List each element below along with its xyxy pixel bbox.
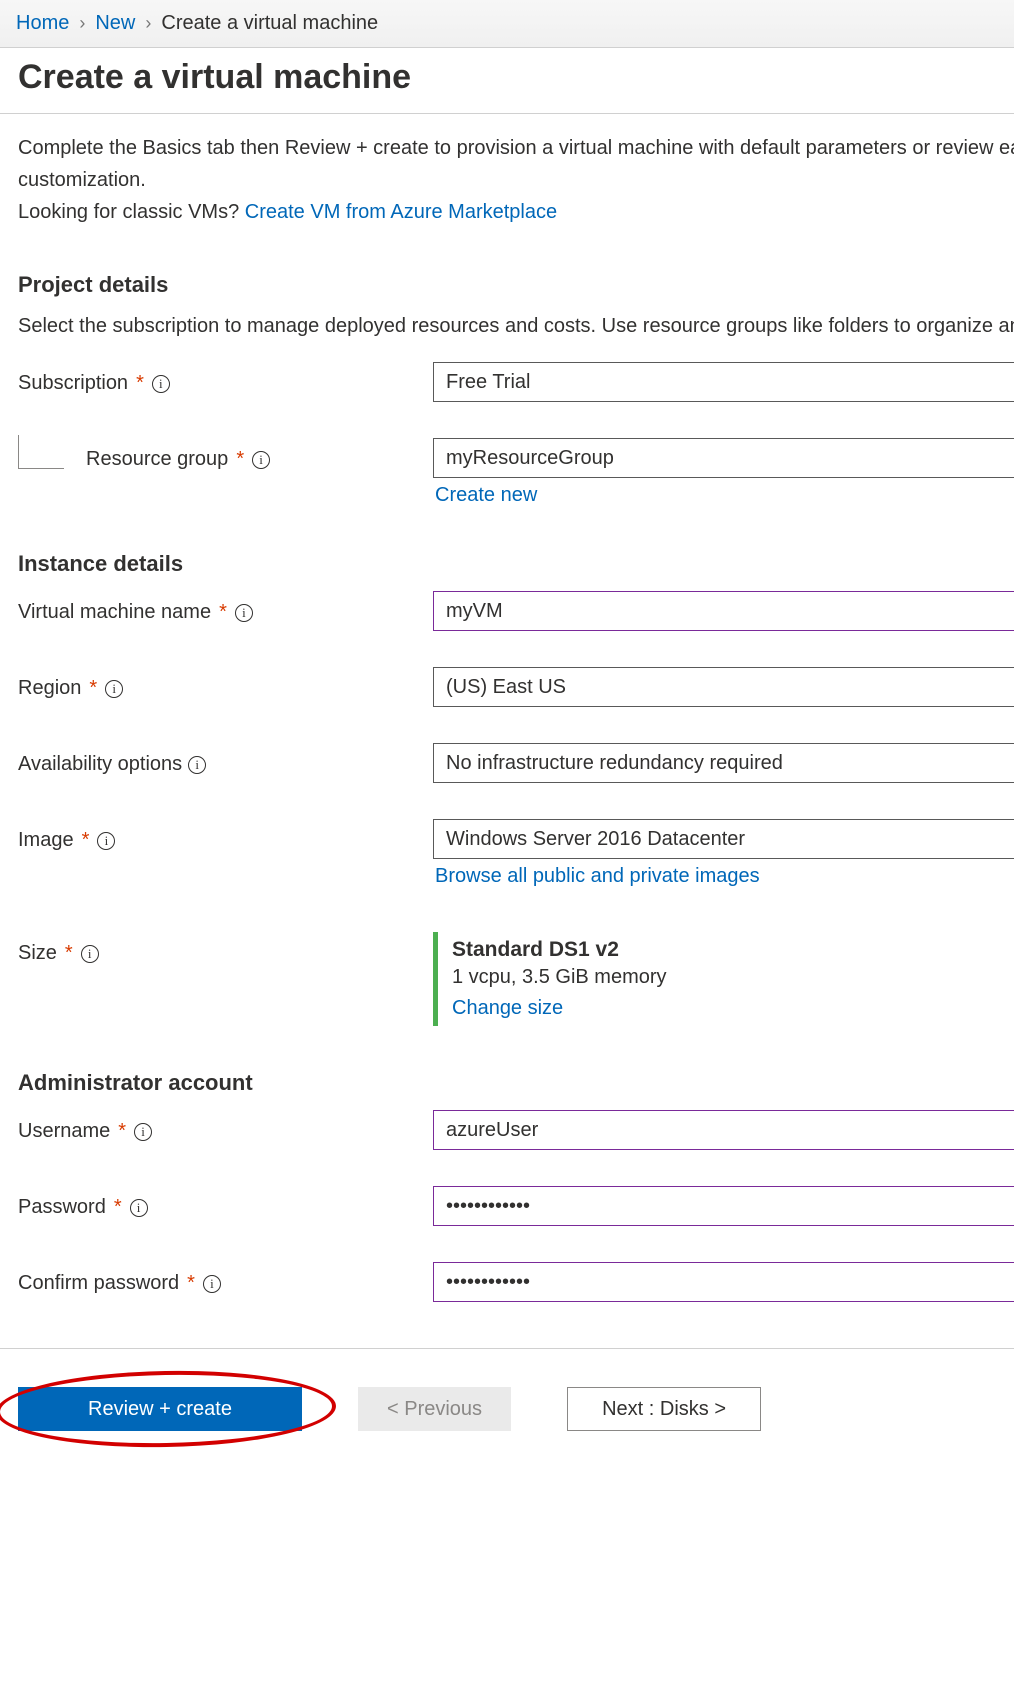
username-input[interactable]: azureUser [433, 1110, 1014, 1150]
next-disks-button[interactable]: Next : Disks > [567, 1387, 761, 1431]
label-vm-name: Virtual machine name [18, 601, 211, 624]
size-panel: Standard DS1 v2 1 vcpu, 3.5 GiB memory C… [433, 932, 996, 1026]
info-icon[interactable]: i [203, 1275, 221, 1293]
intro-line2: customization. [18, 166, 996, 194]
label-size: Size [18, 942, 57, 965]
label-confirm-password: Confirm password [18, 1272, 179, 1295]
confirm-password-input[interactable]: •••••••••••• [433, 1262, 1014, 1302]
page-title: Create a virtual machine [18, 58, 996, 97]
intro-line1: Complete the Basics tab then Review + cr… [18, 134, 996, 162]
info-icon[interactable]: i [97, 832, 115, 850]
chevron-right-icon: › [145, 13, 151, 34]
info-icon[interactable]: i [130, 1199, 148, 1217]
info-icon[interactable]: i [134, 1123, 152, 1141]
info-icon[interactable]: i [235, 604, 253, 622]
link-create-new-rg[interactable]: Create new [433, 478, 996, 507]
vm-name-input[interactable]: myVM [433, 591, 1014, 631]
breadcrumb-new[interactable]: New [95, 12, 135, 35]
required-icon: * [63, 942, 75, 965]
size-desc: 1 vcpu, 3.5 GiB memory [452, 966, 996, 989]
link-create-vm-marketplace[interactable]: Create VM from Azure Marketplace [245, 201, 557, 223]
password-input[interactable]: •••••••••••• [433, 1186, 1014, 1226]
region-select[interactable]: (US) East US [433, 667, 1014, 707]
required-icon: * [185, 1272, 197, 1295]
resource-group-select[interactable]: myResourceGroup [433, 438, 1014, 478]
intro-text: Complete the Basics tab then Review + cr… [18, 134, 996, 226]
required-icon: * [87, 677, 99, 700]
breadcrumb: Home › New › Create a virtual machine [0, 0, 1014, 48]
availability-select[interactable]: No infrastructure redundancy required [433, 743, 1014, 783]
label-resource-group: Resource group [86, 448, 228, 471]
size-name: Standard DS1 v2 [452, 938, 996, 962]
wizard-footer: Review + create < Previous Next : Disks … [0, 1348, 1014, 1469]
required-icon: * [112, 1196, 124, 1219]
label-username: Username [18, 1120, 110, 1143]
intro-classic-prompt: Looking for classic VMs? [18, 201, 245, 223]
chevron-right-icon: › [79, 13, 85, 34]
info-icon[interactable]: i [252, 451, 270, 469]
link-change-size[interactable]: Change size [452, 997, 996, 1020]
image-select[interactable]: Windows Server 2016 Datacenter [433, 819, 1014, 859]
info-icon[interactable]: i [81, 945, 99, 963]
required-icon: * [234, 448, 246, 471]
section-heading-project-details: Project details [18, 272, 996, 298]
section-heading-admin-account: Administrator account [18, 1070, 996, 1096]
required-icon: * [134, 372, 146, 395]
info-icon[interactable]: i [105, 680, 123, 698]
info-icon[interactable]: i [188, 756, 206, 774]
previous-button[interactable]: < Previous [358, 1387, 511, 1431]
breadcrumb-home[interactable]: Home [16, 12, 69, 35]
required-icon: * [80, 829, 92, 852]
label-password: Password [18, 1196, 106, 1219]
label-availability: Availability options [18, 753, 182, 776]
subscription-select[interactable]: Free Trial [433, 362, 1014, 402]
section-desc-project: Select the subscription to manage deploy… [18, 312, 996, 340]
tree-connector-icon [18, 435, 64, 469]
label-image: Image [18, 829, 74, 852]
label-region: Region [18, 677, 81, 700]
link-browse-images[interactable]: Browse all public and private images [433, 859, 996, 888]
section-heading-instance-details: Instance details [18, 551, 996, 577]
review-create-button[interactable]: Review + create [18, 1387, 302, 1431]
required-icon: * [116, 1120, 128, 1143]
breadcrumb-current: Create a virtual machine [161, 12, 378, 35]
info-icon[interactable]: i [152, 375, 170, 393]
required-icon: * [217, 601, 229, 624]
label-subscription: Subscription [18, 372, 128, 395]
